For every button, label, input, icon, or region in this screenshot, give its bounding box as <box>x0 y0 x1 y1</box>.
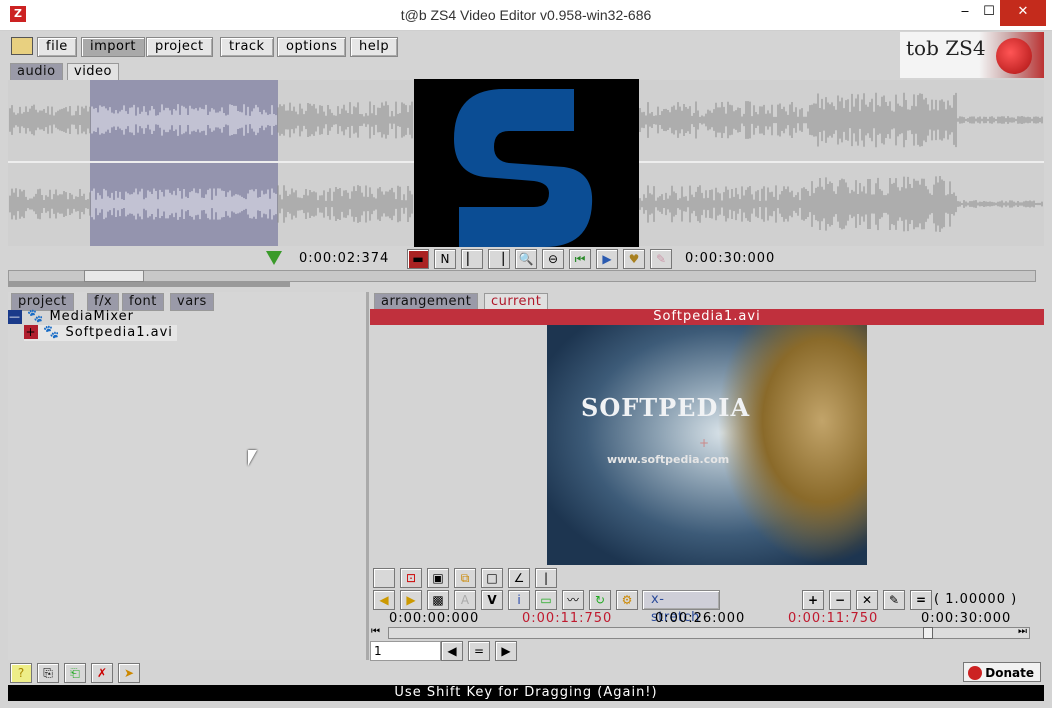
checker-icon[interactable]: ▩ <box>427 590 449 610</box>
tab-audio[interactable]: audio <box>10 63 63 81</box>
x-stretch-button[interactable]: x-stretch <box>642 590 720 625</box>
menu-help-button[interactable]: help <box>350 37 399 57</box>
video-logo-text: SOFTPEDIA <box>581 393 751 422</box>
paw-icon: 🐾 <box>43 325 61 340</box>
expand-icon[interactable]: + <box>24 325 38 339</box>
menu-import-button[interactable]: import <box>81 37 145 57</box>
line-icon[interactable]: | <box>535 568 557 588</box>
text-v-icon[interactable]: V <box>481 590 503 610</box>
frame-equals-icon[interactable]: = <box>468 641 490 661</box>
donate-label: Donate <box>985 666 1034 680</box>
import-icon[interactable]: ⎗ <box>64 663 86 683</box>
timeline-end-time: 0:00:30:000 <box>921 611 1012 626</box>
next-frame-icon[interactable]: ▶ <box>495 641 517 661</box>
first-frame-icon[interactable]: ⏮ <box>371 626 380 637</box>
angle-icon[interactable]: ∠ <box>508 568 530 588</box>
timeline-start-time: 0:00:00:000 <box>389 611 480 626</box>
text-a-icon[interactable]: A <box>454 590 476 610</box>
multiply-icon[interactable]: ✕ <box>856 590 878 610</box>
video-url-text: www.softpedia.com <box>607 453 730 466</box>
logo-text: tob ZS4 <box>906 36 986 60</box>
plus-icon[interactable]: + <box>802 590 824 610</box>
fill-frame-icon[interactable]: ▣ <box>427 568 449 588</box>
minus-icon[interactable]: − <box>829 590 851 610</box>
refresh-icon[interactable]: ↻ <box>589 590 611 610</box>
playhead-marker-icon[interactable] <box>266 251 282 265</box>
menu-project-button[interactable]: project <box>146 37 213 57</box>
current-file-title: Softpedia1.avi <box>370 309 1044 325</box>
app-logo: tob ZS4 <box>900 32 1044 78</box>
video-preview[interactable]: SOFTPEDIA www.softpedia.com + <box>547 325 867 565</box>
timeline-thumb[interactable] <box>923 627 933 639</box>
heart-icon[interactable]: ♥ <box>623 249 645 269</box>
overview-scroll-thumb[interactable] <box>84 270 144 282</box>
menu-file-button[interactable]: file <box>37 37 77 57</box>
crosshair-icon: + <box>699 436 710 450</box>
mark-in-icon[interactable]: ▏ <box>461 249 483 269</box>
current-time: 0:00:02:374 <box>299 251 390 266</box>
s-logo-graphic <box>454 89 593 247</box>
scale-value: ( 1.00000 ) <box>934 592 1018 607</box>
settings-icon[interactable]: ⚙ <box>616 590 638 610</box>
tab-vars[interactable]: vars <box>170 293 214 311</box>
mouse-cursor-icon <box>248 450 257 466</box>
timeline-in-time: 0:00:11:750 <box>522 611 613 626</box>
strawberry-icon <box>968 666 982 680</box>
prev-arrow-icon[interactable]: ◀ <box>373 590 395 610</box>
border-icon[interactable]: □ <box>481 568 503 588</box>
project-panel: project f/x font vars — 🐾 MediaMixer + 🐾… <box>8 292 369 660</box>
overview-progress <box>8 281 290 287</box>
video-swirl <box>717 325 867 565</box>
menu-track-button[interactable]: track <box>220 37 274 57</box>
info-icon[interactable]: i <box>508 590 530 610</box>
title-bar: Z t@b ZS4 Video Editor v0.958-win32-686 … <box>0 0 1052 31</box>
delete-icon[interactable]: ✗ <box>91 663 113 683</box>
tree-item-label: MediaMixer <box>49 309 134 324</box>
frame-icon[interactable]: ▭ <box>535 590 557 610</box>
tree-item-softpedia[interactable]: + 🐾 Softpedia1.avi <box>24 325 177 341</box>
zoom-out-icon[interactable]: ⊖ <box>542 249 564 269</box>
timeline-scrollbar[interactable] <box>388 627 1030 639</box>
last-frame-icon[interactable]: ⏭ <box>1018 626 1027 637</box>
tree-item-label: Softpedia1.avi <box>65 325 173 340</box>
paw-icon: 🐾 <box>27 309 45 324</box>
collapse-icon[interactable]: — <box>8 310 22 324</box>
mark-out-icon[interactable]: ▕ <box>488 249 510 269</box>
help-icon[interactable]: ? <box>10 663 32 683</box>
timeline-mid-time: 0:00:26:000 <box>655 611 746 626</box>
menu-options-button[interactable]: options <box>277 37 347 57</box>
status-bar: Use Shift Key for Dragging (Again!) <box>8 685 1044 701</box>
window-title: t@b ZS4 Video Editor v0.958-win32-686 <box>400 7 652 23</box>
zoom-in-icon[interactable]: 🔍 <box>515 249 537 269</box>
tab-video[interactable]: video <box>67 63 120 81</box>
rewind-icon[interactable]: ⏮ <box>569 249 591 269</box>
donate-button[interactable]: Donate <box>963 662 1041 682</box>
pen-icon[interactable]: ✎ <box>883 590 905 610</box>
strawberry-icon <box>996 38 1032 74</box>
export-icon[interactable]: ⎘ <box>37 663 59 683</box>
equals-icon[interactable]: = <box>910 590 932 610</box>
resize-icon[interactable]: ⧉ <box>454 568 476 588</box>
end-time: 0:00:30:000 <box>685 251 776 266</box>
top-video-preview <box>414 79 639 247</box>
bookmark-icon[interactable]: ✎ <box>650 249 672 269</box>
tree-item-mediamixer[interactable]: — 🐾 MediaMixer <box>8 309 134 325</box>
close-button[interactable]: ✕ <box>1000 0 1046 26</box>
timeline-out-time: 0:00:11:750 <box>788 611 879 626</box>
play-icon[interactable]: ▶ <box>596 249 618 269</box>
blank-tool-icon[interactable] <box>373 568 395 588</box>
no-sync-icon[interactable]: N <box>434 249 456 269</box>
send-icon[interactable]: ➤ <box>118 663 140 683</box>
next-arrow-icon[interactable]: ▶ <box>400 590 422 610</box>
record-icon[interactable]: ▬ <box>407 249 429 269</box>
wave-icon[interactable]: 〰 <box>562 590 584 610</box>
open-folder-icon[interactable] <box>11 37 33 55</box>
record-frame-icon[interactable]: ⊡ <box>400 568 422 588</box>
prev-frame-icon[interactable]: ◀ <box>441 641 463 661</box>
frame-input[interactable]: 1 <box>370 641 441 661</box>
